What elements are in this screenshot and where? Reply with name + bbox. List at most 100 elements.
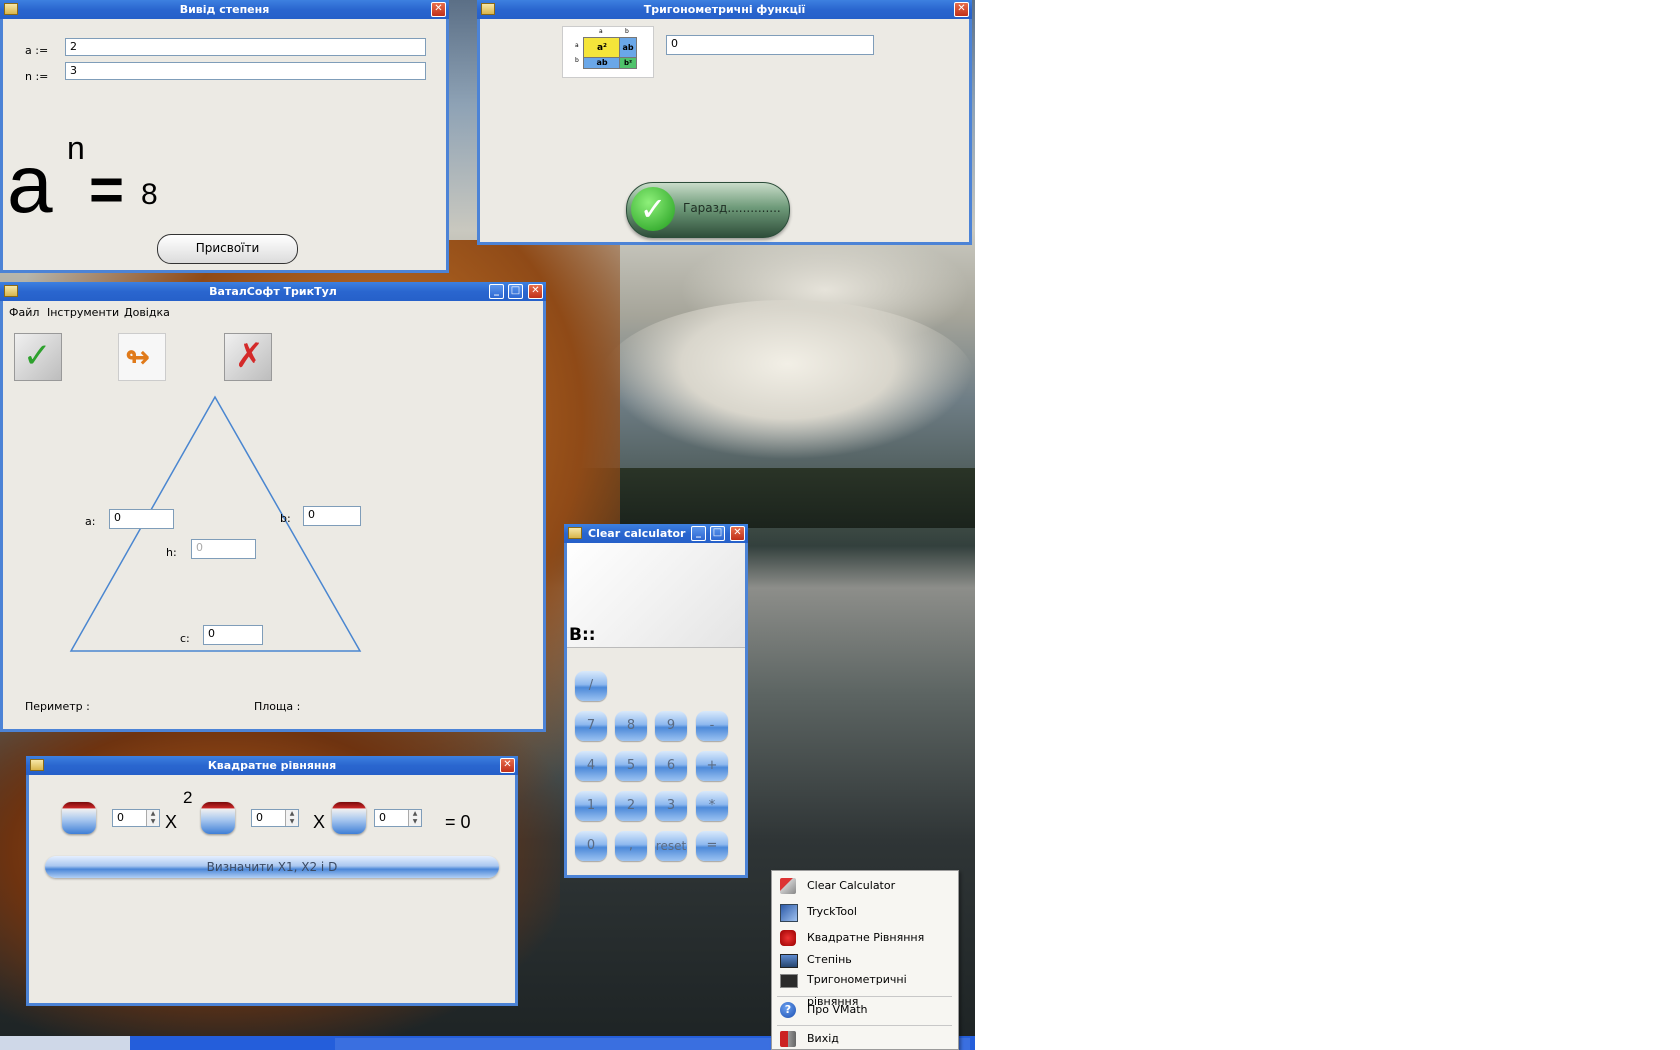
stepper-arrows-icon[interactable]: ▲ ▼ (408, 810, 421, 826)
n-label: n := (25, 70, 49, 83)
close-icon[interactable]: ✕ (500, 758, 515, 773)
b-squared-cell: b² (619, 57, 637, 69)
side-b-label: b: (280, 512, 291, 525)
zero-button[interactable]: 0 (575, 831, 607, 861)
seven-button[interactable]: 7 (575, 711, 607, 741)
tray-context-menu: Clear Calculator TryckTool Квадратне Рів… (771, 870, 959, 1050)
stepper-arrows-icon[interactable]: ▲ ▼ (285, 810, 298, 826)
graph-icon (780, 904, 798, 922)
image-a-side: a (575, 42, 579, 49)
side-c-input[interactable]: 0 (203, 625, 263, 645)
side-b-input[interactable]: 0 (303, 506, 361, 526)
calculator-window: Clear calculator _ □ ✕ B:: / 7 8 9 - 4 5… (564, 524, 748, 878)
coef-b-value: 0 (256, 811, 263, 824)
eight-button[interactable]: 8 (615, 711, 647, 741)
six-button[interactable]: 6 (655, 751, 687, 781)
five-button[interactable]: 5 (615, 751, 647, 781)
quadratic-window-titlebar[interactable]: Квадратне рівняння ✕ (26, 756, 518, 775)
ab-cell: ab (619, 37, 637, 59)
area-label: Площа : (254, 700, 301, 713)
coef-c-button[interactable] (332, 802, 366, 834)
taskbar-start-area[interactable] (0, 1036, 130, 1050)
equals-button[interactable]: = (696, 831, 728, 861)
coef-c-stepper[interactable]: 0 ▲ ▼ (374, 809, 422, 827)
ab-cell: ab (583, 57, 621, 69)
n-input[interactable]: 3 (65, 62, 426, 80)
assign-button[interactable]: Присвоїти (157, 234, 298, 264)
coef-b-button[interactable] (201, 802, 235, 834)
ok-button-label: Гаразд.............. (683, 201, 781, 215)
coef-a-button[interactable] (62, 802, 96, 834)
triangle-diagram (69, 395, 362, 652)
exponent-two: 2 (183, 788, 193, 807)
four-button[interactable]: 4 (575, 751, 607, 781)
monitor-icon (780, 954, 798, 968)
comma-button[interactable]: , (615, 831, 647, 861)
side-c-label: c: (180, 632, 190, 645)
nine-button[interactable]: 9 (655, 711, 687, 741)
menu-item-trig[interactable]: Тригонометричні рівняння (774, 969, 956, 1008)
coef-b-stepper[interactable]: 0 ▲ ▼ (251, 809, 299, 827)
coef-a-value: 0 (117, 811, 124, 824)
trig-window-titlebar[interactable]: Тригонометричні функції ✕ (477, 0, 972, 19)
close-icon[interactable]: ✕ (954, 2, 969, 17)
power-window-titlebar[interactable]: Вивід степеня ✕ (0, 0, 449, 19)
window-icon (568, 527, 582, 539)
terminal-icon (780, 974, 798, 988)
checkmark-icon: ✓ (631, 187, 675, 231)
perimeter-label: Периметр : (25, 700, 90, 713)
quadratic-window: Квадратне рівняння ✕ 0 ▲ ▼ X 2 0 ▲ ▼ X 0 ▲… (26, 756, 518, 1006)
menu-item-about[interactable]: ? Про VMath (774, 999, 956, 1021)
ok-button[interactable]: ✓ Гаразд.............. (626, 182, 790, 238)
three-button[interactable]: 3 (655, 791, 687, 821)
cloud (600, 300, 975, 460)
one-button[interactable]: 1 (575, 791, 607, 821)
calculator-window-title: Clear calculator (588, 527, 686, 540)
window-icon (4, 3, 18, 15)
exit-icon (780, 1031, 796, 1047)
algebra-square-image: a² ab ab b² a b a b (562, 26, 654, 78)
divide-button[interactable]: / (575, 671, 607, 701)
height-label: h: (166, 546, 177, 559)
window-icon (30, 759, 44, 771)
compute-button[interactable]: Визначити X1, X2 і D (45, 856, 499, 878)
calculator-tools-icon (780, 878, 796, 894)
minus-button[interactable]: - (696, 711, 728, 741)
two-button[interactable]: 2 (615, 791, 647, 821)
coef-a-stepper[interactable]: 0 ▲ ▼ (112, 809, 160, 827)
equals-zero: = 0 (445, 812, 471, 832)
side-a-label: a: (85, 515, 96, 528)
minimize-icon[interactable]: _ (691, 526, 706, 541)
quadratic-window-title: Квадратне рівняння (207, 759, 337, 772)
stepper-arrows-icon[interactable]: ▲ ▼ (146, 810, 159, 826)
multiply-button[interactable]: * (696, 791, 728, 821)
power-result: 8 (141, 178, 158, 211)
formula-base: a (7, 139, 53, 230)
height-input[interactable]: 0 (191, 539, 256, 559)
trig-value-input[interactable]: 0 (666, 35, 874, 55)
calculator-window-titlebar[interactable]: Clear calculator _ □ ✕ (564, 524, 748, 543)
help-icon: ? (780, 1002, 796, 1018)
a-input[interactable]: 2 (65, 38, 426, 56)
image-a-top: a (599, 28, 603, 35)
menu-item-exit[interactable]: Вихід (774, 1028, 956, 1050)
power-window: Вивід степеня ✕ a := 2 n := 3 a n = 8 Пр… (0, 0, 449, 273)
display-label: B:: (569, 625, 596, 645)
menu-separator (777, 996, 952, 997)
menu-item-clear-calculator[interactable]: Clear Calculator (774, 875, 956, 897)
menu-item-power[interactable]: Степінь (774, 949, 956, 971)
formula-equals: = (89, 156, 125, 223)
window-icon (481, 3, 495, 15)
maximize-icon[interactable]: □ (710, 526, 725, 541)
side-a-input[interactable]: 0 (109, 509, 174, 529)
trig-window: Тригонометричні функції ✕ a² ab ab b² a … (477, 0, 972, 245)
close-icon[interactable]: ✕ (431, 2, 446, 17)
reset-button[interactable]: reset (655, 831, 687, 861)
power-window-title: Вивід степеня (179, 3, 270, 16)
close-icon[interactable]: ✕ (730, 526, 745, 541)
plus-button[interactable]: + (696, 751, 728, 781)
image-b-top: b (625, 28, 629, 35)
menu-item-quadratic[interactable]: Квадратне Рівняння (774, 927, 956, 949)
a-squared-cell: a² (583, 37, 621, 59)
menu-item-trycktool[interactable]: TryckTool (774, 901, 956, 923)
